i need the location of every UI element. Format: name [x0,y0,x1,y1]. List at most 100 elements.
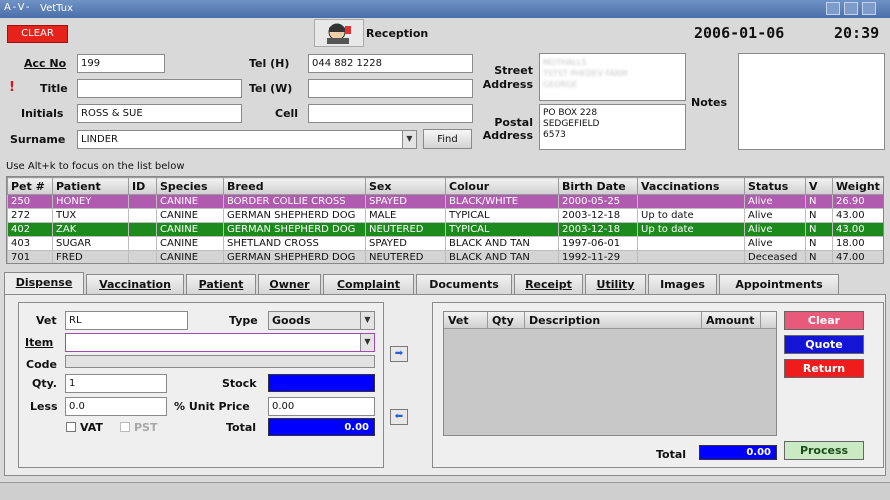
notes-label: Notes [691,96,728,109]
vat-label: VAT [80,421,103,434]
tab-utility[interactable]: Utility [585,274,646,294]
col-header[interactable]: Species [156,177,224,195]
acc-no-field[interactable]: 199 [77,54,165,73]
arrow-left-icon: ⬅ [394,411,404,422]
initials-field[interactable]: ROSS & SUE [77,104,242,123]
find-button[interactable]: Find [423,129,472,149]
table-cell: SHETLAND CROSS [223,236,366,251]
type-select[interactable]: Goods ▼ [268,311,375,330]
col-header[interactable]: Pet # [7,177,53,195]
less-field[interactable]: 0.0 [65,397,167,416]
return-button[interactable]: Return [784,359,864,378]
col-header[interactable]: Colour [445,177,559,195]
table-cell: HONEY [52,194,129,209]
table-cell: NEUTERED [365,222,446,237]
item-combo[interactable]: ▼ [65,333,375,352]
tel-work-field[interactable] [308,79,473,98]
table-cell [128,250,157,263]
title-field[interactable] [77,79,242,98]
close-button[interactable] [862,2,876,15]
table-cell [637,236,745,251]
tab-documents[interactable]: Documents [416,274,512,294]
postal-line: 6573 [543,130,566,140]
col-header[interactable]: Vet [448,314,469,327]
unit-price-field[interactable]: 0.00 [268,397,375,416]
table-row[interactable]: 250 HONEY CANINE BORDER COLLIE CROSS SPAYED B… [7,194,883,209]
tel-home-field[interactable]: 044 882 1228 [308,54,473,73]
code-label: Code [26,358,57,371]
col-header[interactable]: Breed [223,177,366,195]
surname-value: LINDER [81,134,118,145]
col-header[interactable]: V [805,177,833,195]
table-cell: ZAK [52,222,129,237]
col-header[interactable]: Birth Date [558,177,638,195]
chevron-down-icon[interactable]: ▼ [360,312,374,329]
vet-field[interactable]: RL [65,311,188,330]
table-cell: BLACK AND TAN [445,250,559,263]
street-line: GEORGE [543,80,578,89]
window-menu-icon[interactable]: A-V- [4,2,32,13]
col-header[interactable]: Amount [706,314,754,327]
tab-dispense[interactable]: Dispense [4,272,84,295]
tab-images[interactable]: Images [648,274,717,294]
table-cell: Deceased [744,250,806,263]
table-cell: BLACK AND TAN [445,236,559,251]
table-cell [128,194,157,209]
invoice-table[interactable]: Vet Qty Description Amount [443,311,777,436]
tab-patient[interactable]: Patient [186,274,256,294]
table-row[interactable]: 701 FRED CANINE GERMAN SHEPHERD DOG NEUTERED… [7,250,883,263]
notes-field[interactable] [738,53,885,150]
table-cell: Alive [744,222,806,237]
table-cell: 272 [7,208,53,223]
chevron-down-icon[interactable]: ▼ [360,334,374,351]
quote-button[interactable]: Quote [784,335,864,354]
col-header[interactable]: Vaccinations [637,177,745,195]
col-header[interactable]: Patient [52,177,129,195]
tab-label: Images [660,278,705,291]
table-cell: 402 [7,222,53,237]
tab-appointments[interactable]: Appointments [719,274,839,294]
col-header[interactable]: Qty [492,314,514,327]
required-icon: ! [9,80,15,95]
minimize-button[interactable] [826,2,840,15]
postal-address-field[interactable]: PO BOX 228 SEDGEFIELD 6573 [539,104,686,150]
clear-button[interactable]: CLEAR [7,25,68,43]
pets-table[interactable]: Pet # Patient ID Species Breed Sex Colou… [6,176,884,264]
surname-combo[interactable]: LINDER ▼ [77,130,417,149]
invoice-clear-button[interactable]: Clear [784,311,864,330]
remove-from-invoice-button[interactable]: ⬅ [390,409,408,425]
street-address-field[interactable]: MOTHALLS TSTST PHEDEV FARM GEORGE [539,53,686,101]
chevron-down-icon[interactable]: ▼ [402,131,416,148]
tab-vaccination[interactable]: Vaccination [86,274,184,294]
tab-receipt[interactable]: Receipt [514,274,583,294]
tel-work-label: Tel (W) [249,82,293,95]
tab-complaint[interactable]: Complaint [323,274,414,294]
col-header[interactable]: Weight [832,177,883,195]
less-label: Less [30,400,58,413]
reception-icon [314,19,364,47]
table-cell: SUGAR [52,236,129,251]
tab-owner[interactable]: Owner [258,274,321,294]
col-header[interactable]: Sex [365,177,446,195]
process-button[interactable]: Process [784,441,864,460]
table-row[interactable]: 403 SUGAR CANINE SHETLAND CROSS SPAYED BLACK … [7,236,883,251]
tab-bar: Dispense Vaccination Patient Owner Compl… [4,272,884,295]
qty-field[interactable]: 1 [65,374,167,393]
table-row[interactable]: 272 TUX CANINE GERMAN SHEPHERD DOG MALE TYPIC… [7,208,883,223]
table-row[interactable]: 402 ZAK CANINE GERMAN SHEPHERD DOG NEUTERED T… [7,222,883,237]
code-field [65,355,375,368]
street-line: MOTHALLS [543,58,587,67]
col-header[interactable]: Description [529,314,600,327]
vat-checkbox[interactable]: VAT [66,421,103,434]
cell-field[interactable] [308,104,473,123]
street-line: TSTST PHEDEV FARM [543,69,628,78]
add-to-invoice-button[interactable]: ➡ [390,346,408,362]
col-header[interactable]: ID [128,177,157,195]
col-header[interactable]: Status [744,177,806,195]
maximize-button[interactable] [844,2,858,15]
stock-label: Stock [222,377,257,390]
table-cell: 26.90 [832,194,883,209]
table-cell: Up to date [637,222,745,237]
invoice-total-field: 0.00 [699,445,777,460]
table-cell: Alive [744,236,806,251]
